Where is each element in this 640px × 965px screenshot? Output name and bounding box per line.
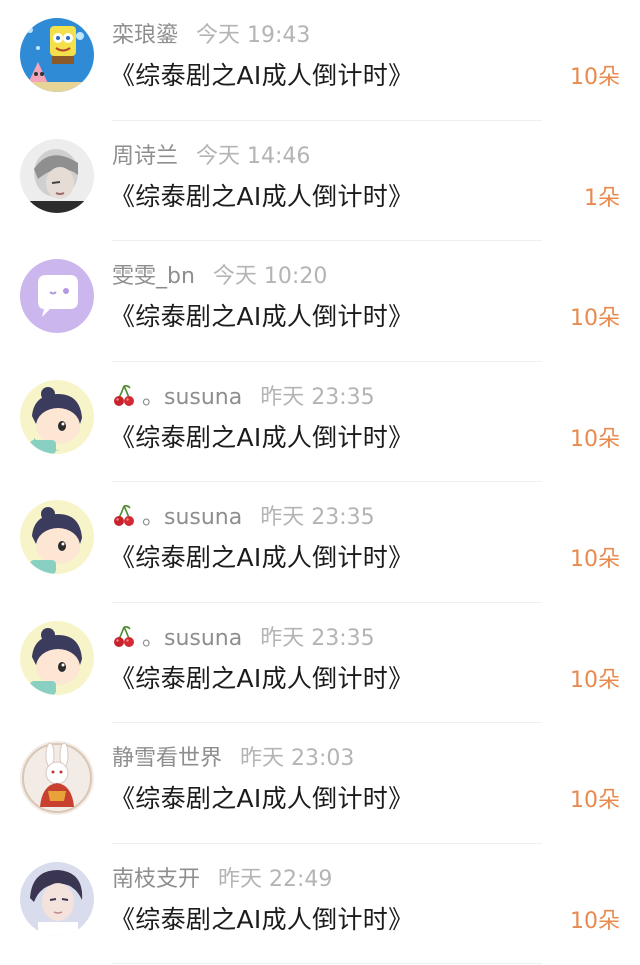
- user-name[interactable]: 南枝支开: [112, 867, 200, 892]
- user-name[interactable]: 。susuna: [142, 626, 242, 651]
- book-title[interactable]: 《综泰剧之AI成人倒计时》: [110, 56, 413, 96]
- list-item[interactable]: 南枝支开 昨天 22:49 《综泰剧之AI成人倒计时》 10朵: [0, 844, 640, 964]
- young-man-avatar[interactable]: [20, 861, 94, 936]
- book-title[interactable]: 《综泰剧之AI成人倒计时》: [110, 779, 413, 819]
- cartoon-boy-avatar[interactable]: [20, 379, 94, 454]
- book-title[interactable]: 《综泰剧之AI成人倒计时》: [110, 177, 413, 217]
- flower-count: 10朵: [570, 65, 620, 90]
- flower-count: 10朵: [570, 788, 620, 813]
- book-title[interactable]: 《综泰剧之AI成人倒计时》: [110, 538, 413, 578]
- timestamp: 昨天 23:35: [260, 625, 375, 651]
- user-name[interactable]: 周诗兰: [112, 144, 178, 169]
- user-name[interactable]: 。susuna: [142, 385, 242, 410]
- book-title[interactable]: 《综泰剧之AI成人倒计时》: [110, 297, 413, 337]
- timestamp: 昨天 23:35: [260, 384, 375, 410]
- timestamp: 今天 14:46: [196, 143, 311, 169]
- list-item[interactable]: 。susuna 昨天 23:35 《综泰剧之AI成人倒计时》 10朵: [0, 603, 640, 723]
- list-item[interactable]: 雯雯_bn 今天 10:20 《综泰剧之AI成人倒计时》 10朵: [0, 241, 640, 362]
- user-name[interactable]: 栾琅鎏: [112, 23, 178, 48]
- timestamp: 今天 10:20: [212, 264, 328, 289]
- purple-chat-bubble-avatar[interactable]: [20, 259, 94, 333]
- book-title[interactable]: 《综泰剧之AI成人倒计时》: [110, 659, 413, 699]
- flower-count: 10朵: [570, 908, 620, 934]
- list-item[interactable]: 。susuna 昨天 23:35 《综泰剧之AI成人倒计时》 10朵: [0, 362, 640, 482]
- list-item[interactable]: 周诗兰 今天 14:46 《综泰剧之AI成人倒计时》 1朵: [0, 121, 640, 241]
- cartoon-boy-avatar[interactable]: [20, 500, 94, 574]
- flower-count: 10朵: [570, 667, 620, 693]
- user-name[interactable]: 雯雯_bn: [112, 264, 195, 289]
- flower-count: 10朵: [570, 426, 620, 452]
- divider: [112, 963, 542, 964]
- cartoon-boy-avatar[interactable]: [20, 620, 94, 695]
- user-name[interactable]: 。susuna: [142, 505, 242, 530]
- list-item[interactable]: 静雪看世界 昨天 23:03 《综泰剧之AI成人倒计时》 10朵: [0, 723, 640, 844]
- timestamp: 昨天 22:49: [218, 866, 333, 892]
- item-meta: 雯雯_bn 今天 10:20: [112, 261, 327, 293]
- timestamp: 今天 19:43: [196, 23, 311, 48]
- item-meta: 静雪看世界 昨天 23:03: [112, 743, 354, 775]
- item-meta: 周诗兰 今天 14:46: [112, 141, 310, 173]
- item-meta: 。susuna 昨天 23:35: [112, 502, 375, 534]
- flower-count: 1朵: [584, 185, 620, 211]
- spongebob-avatar[interactable]: [20, 18, 94, 92]
- flower-count: 10朵: [570, 306, 620, 331]
- rabbit-avatar[interactable]: [20, 741, 94, 815]
- timestamp: 昨天 23:35: [260, 505, 375, 530]
- item-meta: 南枝支开 昨天 22:49: [112, 864, 332, 896]
- item-meta: 。susuna 昨天 23:35: [112, 382, 375, 414]
- gift-record-list: 栾琅鎏 今天 19:43 《综泰剧之AI成人倒计时》 10朵 周诗兰 今天 14:4…: [0, 0, 640, 965]
- item-meta: 。susuna 昨天 23:35: [112, 623, 375, 655]
- list-item[interactable]: 栾琅鎏 今天 19:43 《综泰剧之AI成人倒计时》 10朵: [0, 0, 640, 121]
- item-meta: 栾琅鎏 今天 19:43: [112, 20, 310, 52]
- flower-count: 10朵: [570, 547, 620, 572]
- book-title[interactable]: 《综泰剧之AI成人倒计时》: [110, 900, 413, 940]
- cherry-icon: [114, 625, 134, 647]
- book-title[interactable]: 《综泰剧之AI成人倒计时》: [110, 418, 413, 458]
- grey-hair-person-avatar[interactable]: [20, 138, 94, 213]
- list-item[interactable]: 。susuna 昨天 23:35 《综泰剧之AI成人倒计时》 10朵: [0, 482, 640, 603]
- timestamp: 昨天 23:03: [240, 746, 355, 771]
- cherry-icon: [114, 384, 134, 406]
- cherry-icon: [114, 504, 134, 526]
- user-name[interactable]: 静雪看世界: [112, 746, 222, 771]
